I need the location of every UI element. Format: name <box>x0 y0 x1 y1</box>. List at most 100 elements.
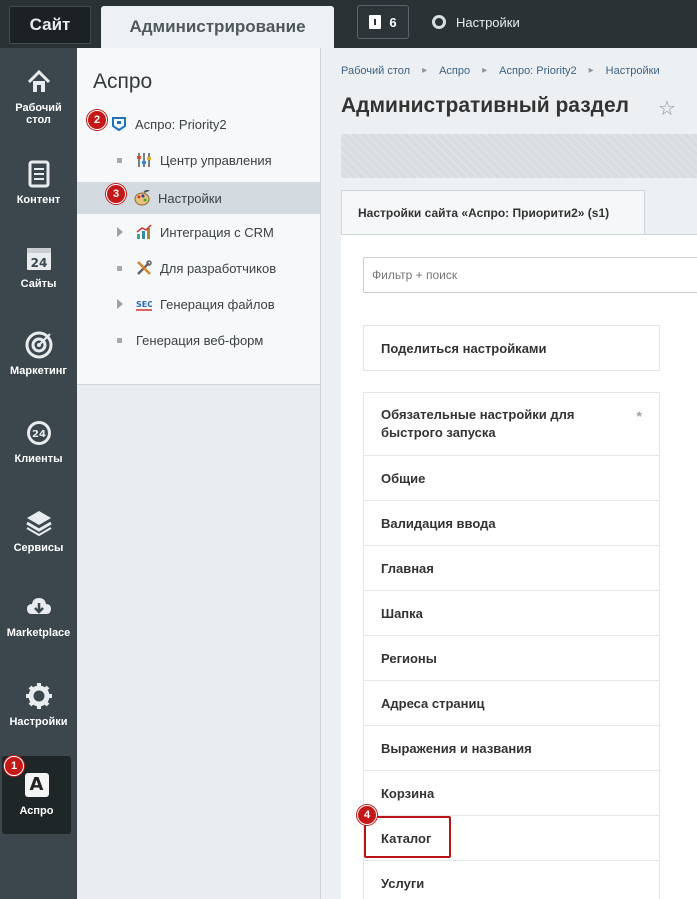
notification-icon <box>369 15 382 29</box>
settings-item-label: Выражения и названия <box>381 740 532 756</box>
tree-item-label: Генерация файлов <box>160 296 275 312</box>
sidebar-item-label: Аспро <box>19 805 54 817</box>
settings-item-phrases[interactable]: Выражения и названия <box>364 726 659 771</box>
main-content: Рабочий стол ▸ Аспро ▸ Аспро: Priority2 … <box>321 48 697 899</box>
settings-item-page-addresses[interactable]: Адреса страниц <box>364 681 659 726</box>
settings-item-label: Адреса страниц <box>381 695 485 711</box>
expand-arrow-icon[interactable] <box>117 227 123 237</box>
step-marker: 2 <box>87 110 107 130</box>
sidebar-item-marketplace[interactable]: Marketplace <box>0 593 77 639</box>
breadcrumb-item[interactable]: Аспро <box>439 65 470 77</box>
document-icon <box>25 160 53 188</box>
sidebar-item-marketing[interactable]: Маркетинг <box>0 331 77 377</box>
sidebar-item-label: Контент <box>16 194 61 206</box>
tab-administration[interactable]: Администрирование <box>101 6 334 48</box>
gear-icon <box>25 682 53 710</box>
tree-item-aspro-priority2[interactable]: Аспро: Priority2 <box>77 108 320 140</box>
tree-item-label: Для разработчиков <box>160 260 277 276</box>
bullet-icon <box>117 337 122 343</box>
tree-item-control-center[interactable]: Центр управления <box>77 144 320 176</box>
page-title: Административный раздел <box>341 94 630 117</box>
tree-item-label: Интеграция с CRM <box>160 224 274 240</box>
sidebar-item-desktop[interactable]: Рабочий стол <box>0 68 77 126</box>
layers-icon <box>25 508 53 537</box>
palette-icon <box>134 189 150 206</box>
settings-item-general[interactable]: Общие <box>364 456 659 501</box>
aspro-logo-icon <box>111 116 127 132</box>
breadcrumb-item[interactable]: Рабочий стол <box>341 65 410 77</box>
sidebar-item-label: Маркетинг <box>10 365 67 377</box>
sidebar-item-content[interactable]: Контент <box>0 160 77 206</box>
top-bar: Сайт Администрирование 6 Настройки <box>0 0 697 48</box>
sidebar-item-label: Сайты <box>20 278 57 290</box>
sidebar-item-clients[interactable]: 24 Клиенты <box>0 419 77 465</box>
aspro-a-icon: A <box>24 773 49 797</box>
filter-search-input[interactable] <box>363 257 697 293</box>
seo-icon: SEO <box>136 296 154 312</box>
toolbar-band <box>341 134 697 178</box>
settings-item-services[interactable]: Услуги <box>364 861 659 899</box>
notifications-count: 6 <box>389 14 397 30</box>
breadcrumb-item[interactable]: Настройки <box>606 65 660 77</box>
target-icon <box>25 331 53 359</box>
sidebar-item-label: Клиенты <box>14 453 63 465</box>
tab-site-settings[interactable]: Настройки сайта «Аспро: Приорити2» (s1) <box>341 190 645 234</box>
settings-item-label: Услуги <box>381 875 425 891</box>
required-asterisk: * <box>636 408 642 424</box>
breadcrumb-item[interactable]: Аспро: Priority2 <box>499 65 576 77</box>
breadcrumb-separator-icon: ▸ <box>482 65 488 76</box>
tools-icon <box>136 260 152 276</box>
tree-item-label: Аспро: Priority2 <box>135 116 227 132</box>
gear-icon <box>432 15 446 29</box>
home-icon <box>25 68 53 96</box>
clients-24-icon: 24 <box>25 419 53 447</box>
sidebar-item-label: Marketplace <box>6 627 71 639</box>
top-settings-link[interactable]: Настройки <box>432 12 520 32</box>
sidebar-item-label: Настройки <box>9 716 68 728</box>
tree-item-label: Центр управления <box>160 152 272 168</box>
share-settings-button[interactable]: Поделиться настройками <box>363 325 660 371</box>
breadcrumb: Рабочий стол ▸ Аспро ▸ Аспро: Priority2 … <box>341 65 660 77</box>
settings-item-input-validation[interactable]: Валидация ввода <box>364 501 659 546</box>
step-marker: 4 <box>357 805 377 825</box>
chart-icon <box>136 224 152 240</box>
settings-item-header[interactable]: Шапка <box>364 591 659 636</box>
settings-item-label: Главная <box>381 560 434 576</box>
cloud-download-icon <box>25 593 53 621</box>
section-menu-title: Аспро <box>93 70 153 93</box>
svg-text:24: 24 <box>32 429 46 440</box>
svg-text:SEO: SEO <box>136 300 152 309</box>
star-icon[interactable]: ☆ <box>658 96 676 121</box>
sidebar-item-sites[interactable]: 24 Сайты <box>0 244 77 290</box>
tree-item-crm-integration[interactable]: Интеграция с CRM <box>77 216 320 248</box>
settings-item-label: Регионы <box>381 650 437 666</box>
sidebar-item-services[interactable]: Сервисы <box>0 508 77 554</box>
settings-item-cart[interactable]: Корзина <box>364 771 659 816</box>
top-settings-label: Настройки <box>456 14 520 30</box>
settings-item-main[interactable]: Главная <box>364 546 659 591</box>
tree-item-label: Настройки <box>158 190 222 206</box>
settings-item-label: Валидация ввода <box>381 515 496 531</box>
tree-item-label: Генерация веб-форм <box>136 332 264 348</box>
settings-item-regions[interactable]: Регионы <box>364 636 659 681</box>
bullet-icon <box>117 265 122 271</box>
tab-body: Поделиться настройками Обязательные наст… <box>341 234 697 899</box>
bullet-icon <box>117 157 122 163</box>
sidebar-item-settings[interactable]: Настройки <box>0 682 77 728</box>
settings-item-quick-start[interactable]: Обязательные настройки для быстрого запу… <box>364 393 659 456</box>
sliders-icon <box>136 152 152 168</box>
tab-site[interactable]: Сайт <box>9 6 91 44</box>
settings-item-label: Корзина <box>381 785 435 801</box>
section-menu-panel: Аспро Аспро: Priority2 Центр управления … <box>77 48 321 899</box>
tree-item-file-generation[interactable]: SEO Генерация файлов <box>77 288 320 320</box>
svg-text:24: 24 <box>30 256 47 270</box>
expand-arrow-icon[interactable] <box>117 299 123 309</box>
sidebar-item-label: Рабочий стол <box>15 102 62 126</box>
notifications-button[interactable]: 6 <box>357 5 409 39</box>
step-marker: 3 <box>106 184 126 204</box>
breadcrumb-separator-icon: ▸ <box>588 65 594 76</box>
sidebar-item-label: Сервисы <box>13 542 64 554</box>
tree-item-webform-generation[interactable]: Генерация веб-форм <box>77 324 320 356</box>
tree-item-developers[interactable]: Для разработчиков <box>77 252 320 284</box>
settings-item-label: Обязательные настройки для быстрого запу… <box>381 407 575 440</box>
